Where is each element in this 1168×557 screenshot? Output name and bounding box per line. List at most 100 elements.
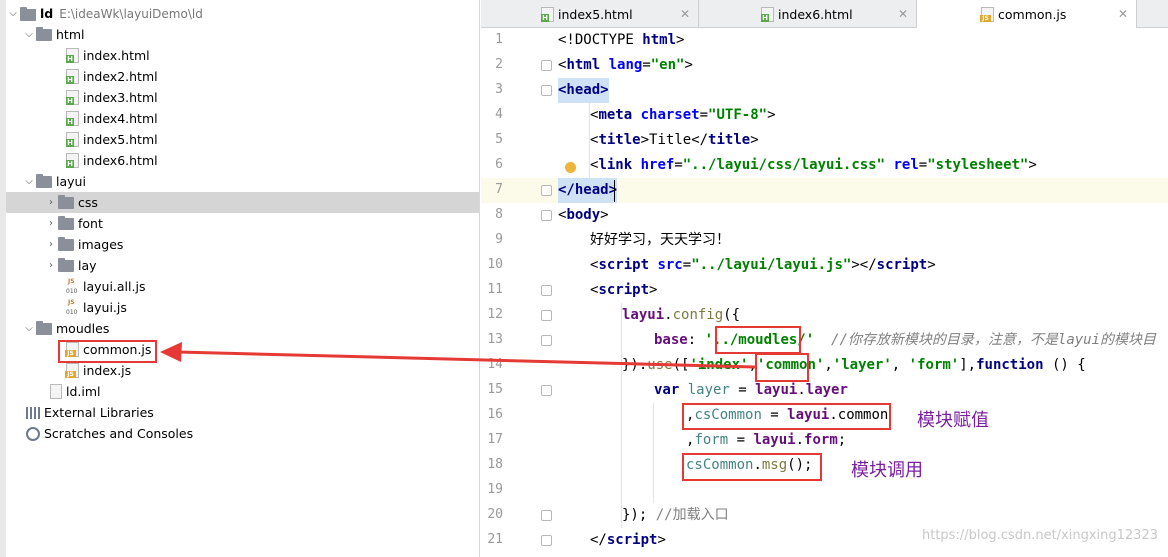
code-token: script <box>606 532 658 548</box>
tab-index5-html[interactable]: index5.html ✕ <box>541 0 699 28</box>
scratches-icon <box>26 426 40 441</box>
code-token: src <box>657 257 683 273</box>
html-file-icon <box>66 90 79 105</box>
code-token: > <box>676 32 685 48</box>
code-line-14: }).use(['index','common','layer', 'form'… <box>481 353 1168 378</box>
chevron-down-icon[interactable]: ⌵ <box>22 323 36 334</box>
code-token: > <box>684 57 693 73</box>
code-token: charset <box>640 107 700 123</box>
close-icon[interactable]: ✕ <box>898 7 908 21</box>
code-token: function <box>976 357 1044 373</box>
code-token: script <box>876 257 928 273</box>
code-token: : <box>687 332 705 348</box>
tree-item-font[interactable]: › font <box>6 213 479 234</box>
tab-common-js[interactable]: common.js ✕ <box>917 0 1137 28</box>
code-area[interactable]: 1 2 3 4 5 6 7 8 9 10 11 12 13 14 15 16 1… <box>481 28 1168 557</box>
project-tree-panel: ⌵ ld E:\ideaWk\layuiDemo\ld ⌵ html index… <box>0 0 480 557</box>
tree-item-index-js[interactable]: index.js <box>6 360 479 381</box>
code-token: > <box>657 532 666 548</box>
watermark: https://blog.csdn.net/xingxing12323 <box>921 528 1158 543</box>
code-line-20: }); //加载入口 <box>481 503 1168 528</box>
chevron-down-icon[interactable]: ⌵ <box>22 176 36 187</box>
code-line-1: <!DOCTYPE html> <box>481 28 1168 53</box>
code-token: () { <box>1043 357 1086 373</box>
root-path: E:\ideaWk\layuiDemo\ld <box>59 6 203 21</box>
code-line-7: </head> <box>481 178 1168 203</box>
tree-item-lay[interactable]: › lay <box>6 255 479 276</box>
folder-icon <box>58 215 74 230</box>
code-token: }); <box>622 507 656 523</box>
tree-item-layui-js[interactable]: layui.js <box>6 297 479 318</box>
tab-index6-html[interactable]: index6.html ✕ <box>699 0 917 28</box>
library-icon <box>26 406 40 419</box>
folder-icon <box>58 194 74 209</box>
tree-item-scratches[interactable]: Scratches and Consoles <box>6 423 479 444</box>
tree-item-index4-html[interactable]: index4.html <box>6 108 479 129</box>
code-token: , <box>891 357 909 373</box>
annotation-module-call: 模块调用 <box>851 460 923 481</box>
tree-item-html[interactable]: ⌵ html <box>6 24 479 45</box>
code-token: "../layui/layui.js" <box>691 257 852 273</box>
tree-item-external-libraries[interactable]: External Libraries <box>6 402 479 423</box>
code-token: layui <box>622 307 665 323</box>
tree-item-label: index.js <box>83 363 132 378</box>
code-token: </head> <box>558 178 618 203</box>
code-token: link <box>598 157 633 173</box>
tree-item-images[interactable]: › images <box>6 234 479 255</box>
code-token: "en" <box>650 57 685 73</box>
code-token: = <box>699 107 709 123</box>
tree-item-index3-html[interactable]: index3.html <box>6 87 479 108</box>
code-token: , <box>824 357 833 373</box>
chevron-right-icon[interactable]: › <box>44 218 58 229</box>
folder-icon <box>58 257 74 272</box>
code-token: var <box>654 382 688 398</box>
code-token: title <box>708 132 751 148</box>
code-token: </ <box>590 532 607 548</box>
tree-item-moudles[interactable]: ⌵ moudles <box>6 318 479 339</box>
chevron-right-icon[interactable]: › <box>44 197 58 208</box>
root-name: ld <box>40 6 54 21</box>
code-token: lang <box>608 57 643 73</box>
code-token: > <box>1028 157 1037 173</box>
tree-item-css[interactable]: › css <box>6 192 479 213</box>
code-token: . <box>795 432 805 448</box>
tree-item-index2-html[interactable]: index2.html <box>6 66 479 87</box>
highlight-module-assign <box>682 403 891 430</box>
close-icon[interactable]: ✕ <box>680 7 690 21</box>
html-file-icon <box>66 132 79 147</box>
tree-item-label: External Libraries <box>44 405 154 420</box>
code-token: use <box>647 357 673 373</box>
close-icon[interactable]: ✕ <box>1118 7 1128 21</box>
code-line-15: var layer = layui.layer <box>481 378 1168 403</box>
highlight-base-path <box>715 326 801 354</box>
code-token: ({ <box>723 307 741 323</box>
code-line-8: <body> <box>481 203 1168 228</box>
code-token: 'form' <box>908 357 960 373</box>
code-token: <head> <box>558 78 609 103</box>
chevron-right-icon[interactable]: › <box>44 239 58 250</box>
tree-item-index5-html[interactable]: index5.html <box>6 129 479 150</box>
code-token: = <box>729 382 756 398</box>
tree-item-label: index4.html <box>83 111 158 126</box>
code-token: <!DOCTYPE <box>558 32 643 48</box>
code-token: ' <box>805 332 815 348</box>
code-token: ; <box>837 432 847 448</box>
chevron-down-icon[interactable]: ⌵ <box>22 29 36 40</box>
html-file-icon <box>541 6 554 22</box>
tab-label: index6.html <box>778 6 853 22</box>
code-editor: index5.html ✕ index6.html ✕ common.js ✕ … <box>481 0 1168 557</box>
code-token: ' <box>704 332 714 348</box>
tree-item-layui[interactable]: ⌵ layui <box>6 171 479 192</box>
tree-item-layui-all-js[interactable]: layui.all.js <box>6 276 479 297</box>
tree-item-index6-html[interactable]: index6.html <box>6 150 479 171</box>
chevron-down-icon[interactable]: ⌵ <box>6 8 20 19</box>
tree-item-index-html[interactable]: index.html <box>6 45 479 66</box>
code-token: }). <box>622 357 648 373</box>
code-line-10: <script src="../layui/layui.js"></script… <box>481 253 1168 278</box>
code-token: form <box>804 432 838 448</box>
tree-item-ld-iml[interactable]: ld.iml <box>6 381 479 402</box>
chevron-right-icon[interactable]: › <box>44 260 58 271</box>
code-line-3: <head> <box>481 78 1168 103</box>
tree-root[interactable]: ⌵ ld E:\ideaWk\layuiDemo\ld <box>6 3 479 24</box>
tree-item-label: index3.html <box>83 90 158 105</box>
